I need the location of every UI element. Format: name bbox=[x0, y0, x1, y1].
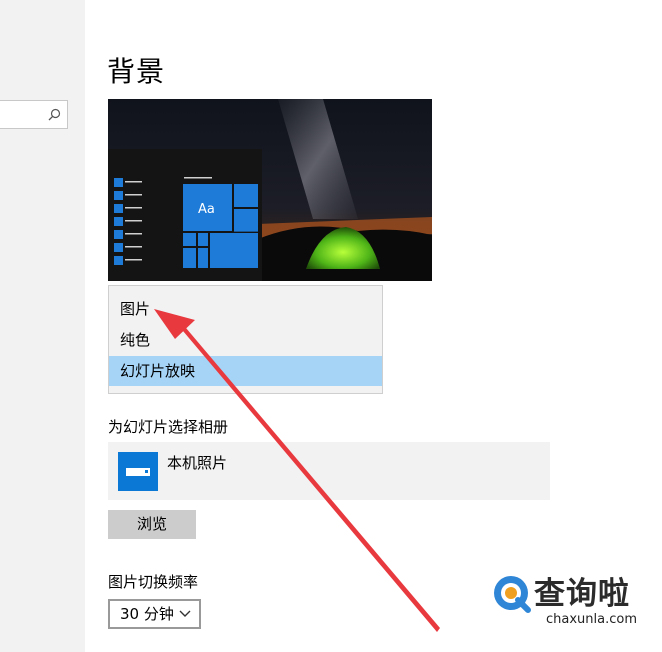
frequency-label: 图片切换频率 bbox=[108, 573, 199, 591]
preview-tile-text: Aa bbox=[198, 202, 215, 217]
album-name: 本机照片 bbox=[167, 454, 228, 472]
search-icon bbox=[48, 108, 61, 121]
watermark: 查询啦 chaxunla.com bbox=[486, 566, 656, 636]
watermark-text-cn: 查询啦 bbox=[534, 576, 630, 612]
chevron-down-icon bbox=[179, 610, 191, 617]
left-nav-panel bbox=[0, 0, 85, 652]
search-box[interactable] bbox=[0, 100, 68, 129]
album-icon bbox=[118, 452, 158, 491]
option-slideshow[interactable]: 幻灯片放映 bbox=[109, 356, 382, 386]
option-solid-color[interactable]: 纯色 bbox=[109, 325, 382, 355]
album-picker[interactable]: 本机照片 bbox=[108, 442, 550, 500]
frequency-select[interactable]: 30 分钟 bbox=[108, 599, 201, 629]
background-preview: Aa bbox=[108, 99, 432, 281]
q-logo-icon bbox=[494, 576, 531, 613]
background-type-dropdown[interactable]: 图片 纯色 幻灯片放映 bbox=[108, 285, 383, 394]
option-picture[interactable]: 图片 bbox=[109, 294, 382, 324]
watermark-text-en: chaxunla.com bbox=[546, 612, 637, 627]
album-section-label: 为幻灯片选择相册 bbox=[108, 418, 229, 436]
page-title: 背景 bbox=[107, 55, 166, 88]
browse-button[interactable]: 浏览 bbox=[108, 510, 196, 539]
frequency-value: 30 分钟 bbox=[120, 605, 174, 623]
